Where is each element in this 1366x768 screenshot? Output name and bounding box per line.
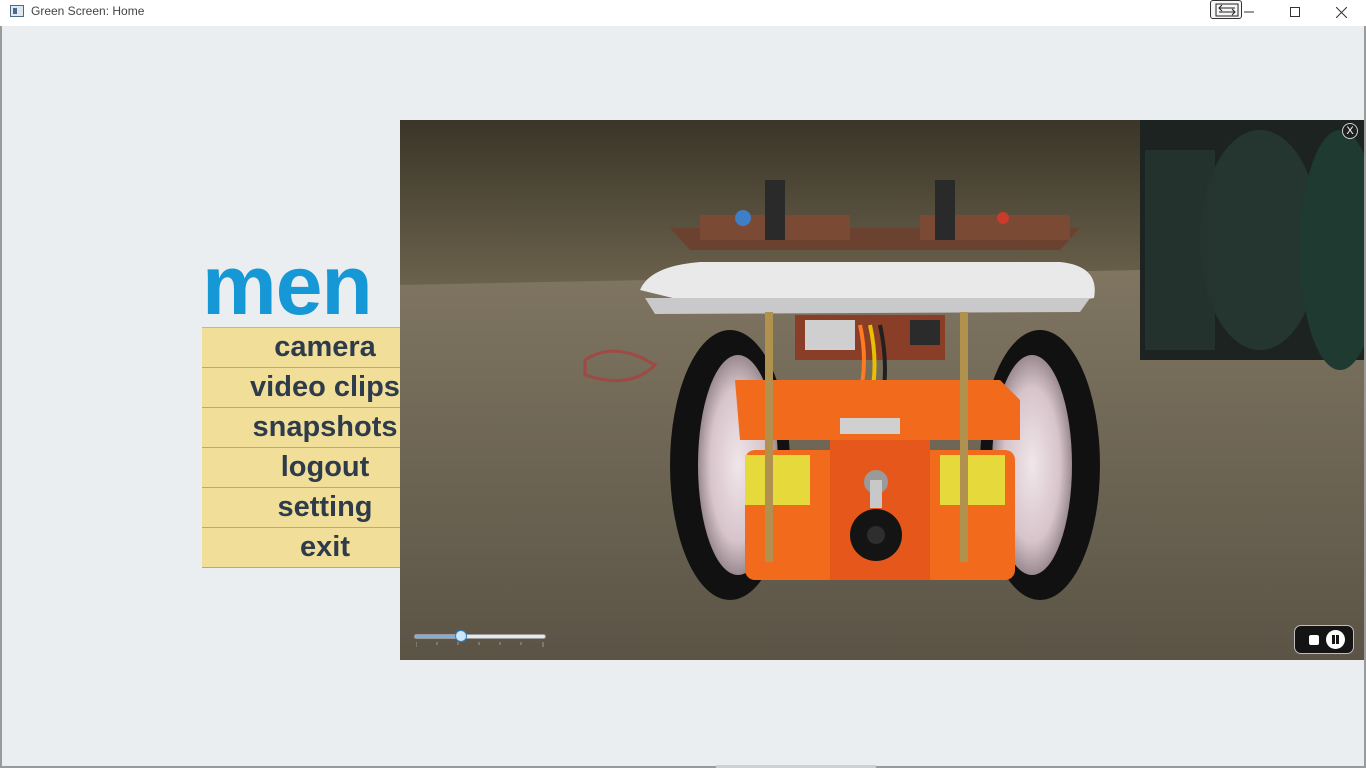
window-border-left — [0, 26, 2, 768]
menu-item-setting[interactable]: setting — [202, 488, 400, 528]
window-title: Green Screen: Home — [31, 4, 145, 18]
video-player[interactable]: X — [400, 120, 1364, 660]
snap-layout-icon — [1215, 3, 1239, 17]
snap-layout-button[interactable] — [1210, 0, 1242, 19]
menu-list: camera video clips snapshots logout sett… — [202, 327, 400, 568]
maximize-button[interactable] — [1272, 0, 1318, 24]
menu-item-snapshots[interactable]: snapshots — [202, 408, 400, 448]
close-video-button[interactable]: X — [1342, 123, 1358, 139]
menu-item-logout[interactable]: logout — [202, 448, 400, 488]
pause-icon[interactable] — [1326, 630, 1345, 649]
menu-title: men — [202, 243, 373, 327]
close-icon — [1335, 6, 1347, 18]
maximize-icon — [1290, 7, 1300, 17]
menu-item-video-clips[interactable]: video clips — [202, 368, 400, 408]
seek-ticks — [416, 642, 544, 647]
stop-icon[interactable] — [1309, 635, 1319, 645]
seek-thumb[interactable] — [455, 630, 467, 642]
video-frame — [400, 120, 1364, 660]
menu-item-camera[interactable]: camera — [202, 328, 400, 368]
app-icon — [10, 5, 24, 17]
playback-controls — [1294, 625, 1354, 654]
minimize-icon — [1244, 11, 1254, 13]
seek-slider[interactable] — [414, 630, 546, 648]
close-button[interactable] — [1318, 0, 1364, 24]
menu-item-exit[interactable]: exit — [202, 528, 400, 568]
title-bar: Green Screen: Home — [0, 0, 1366, 26]
